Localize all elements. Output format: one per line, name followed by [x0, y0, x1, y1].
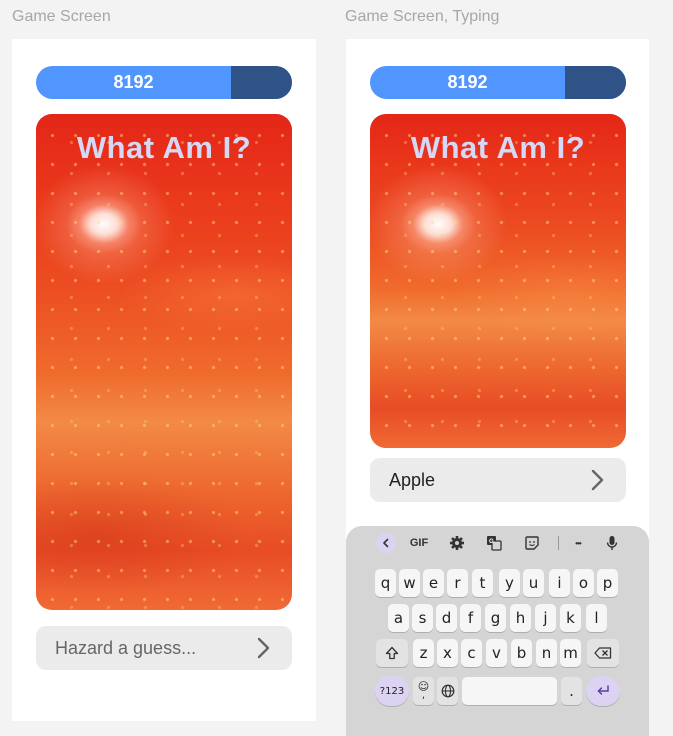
- key-c[interactable]: c: [461, 639, 482, 667]
- comma-label: ,: [421, 690, 426, 701]
- key-z[interactable]: z: [413, 639, 434, 667]
- mystery-image: What Am I?: [36, 114, 292, 610]
- key-h[interactable]: h: [510, 604, 531, 632]
- key-m[interactable]: m: [560, 639, 581, 667]
- toolbar-divider: [558, 536, 559, 550]
- frame-label-game-screen-typing: Game Screen, Typing: [345, 8, 500, 25]
- on-screen-keyboard: GIF G ••• q w e r t y u i o p a s d f g …: [346, 526, 649, 736]
- key-i[interactable]: i: [549, 569, 570, 597]
- key-t[interactable]: t: [472, 569, 493, 597]
- mic-icon[interactable]: [602, 533, 622, 553]
- key-k[interactable]: k: [560, 604, 581, 632]
- key-r[interactable]: r: [447, 569, 468, 597]
- backspace-key[interactable]: [587, 639, 619, 667]
- translate-icon[interactable]: G: [484, 533, 504, 553]
- key-s[interactable]: s: [412, 604, 433, 632]
- key-f[interactable]: f: [460, 604, 481, 632]
- guess-value: Apple: [389, 469, 436, 490]
- score-bar-remaining: [565, 66, 626, 99]
- key-l[interactable]: l: [586, 604, 607, 632]
- enter-icon: [597, 685, 609, 695]
- game-screen-frame: 8192 What Am I? Hazard a guess...: [12, 39, 316, 721]
- shift-icon: [385, 646, 399, 660]
- key-x[interactable]: x: [437, 639, 458, 667]
- shift-key[interactable]: [376, 639, 408, 667]
- enter-key[interactable]: [586, 676, 620, 706]
- guess-input[interactable]: Apple: [370, 458, 626, 502]
- score-bar: 8192: [36, 66, 292, 99]
- image-title: What Am I?: [410, 130, 586, 165]
- svg-text:G: G: [489, 539, 494, 545]
- score-value: 8192: [447, 72, 488, 92]
- game-screen-typing-frame: 8192 What Am I? Apple GIF G ••• q w e r …: [346, 39, 649, 736]
- key-a[interactable]: a: [388, 604, 409, 632]
- globe-icon: [441, 684, 454, 698]
- space-key[interactable]: [462, 677, 557, 705]
- gif-icon[interactable]: GIF: [406, 533, 432, 553]
- submit-arrow-icon[interactable]: [586, 469, 608, 491]
- key-y[interactable]: y: [499, 569, 520, 597]
- submit-arrow-icon[interactable]: [252, 637, 274, 659]
- mystery-image: What Am I?: [370, 114, 626, 448]
- key-u[interactable]: u: [523, 569, 544, 597]
- guess-placeholder: Hazard a guess...: [55, 637, 197, 658]
- chevron-left-icon[interactable]: [376, 533, 396, 553]
- more-icon[interactable]: •••: [568, 533, 588, 553]
- backspace-icon: [594, 647, 612, 659]
- globe-key[interactable]: [437, 677, 458, 705]
- key-e[interactable]: e: [423, 569, 444, 597]
- key-b[interactable]: b: [511, 639, 532, 667]
- period-key[interactable]: .: [561, 677, 582, 705]
- image-title: What Am I?: [76, 130, 252, 165]
- key-v[interactable]: v: [486, 639, 507, 667]
- key-w[interactable]: w: [399, 569, 420, 597]
- frame-label-game-screen: Game Screen: [12, 8, 111, 25]
- guess-input[interactable]: Hazard a guess...: [36, 626, 292, 670]
- symbols-key[interactable]: ?123: [375, 676, 409, 706]
- score-bar-remaining: [231, 66, 292, 99]
- score-value: 8192: [113, 72, 154, 92]
- emoji-key[interactable]: ☺ ,: [413, 677, 434, 705]
- keyboard-toolbar: GIF G •••: [346, 526, 649, 559]
- key-n[interactable]: n: [536, 639, 557, 667]
- gear-icon[interactable]: [447, 533, 467, 553]
- key-d[interactable]: d: [436, 604, 457, 632]
- sticker-icon[interactable]: [522, 533, 542, 553]
- key-p[interactable]: p: [597, 569, 618, 597]
- key-q[interactable]: q: [375, 569, 396, 597]
- key-g[interactable]: g: [485, 604, 506, 632]
- key-o[interactable]: o: [573, 569, 594, 597]
- score-bar: 8192: [370, 66, 626, 99]
- key-j[interactable]: j: [535, 604, 556, 632]
